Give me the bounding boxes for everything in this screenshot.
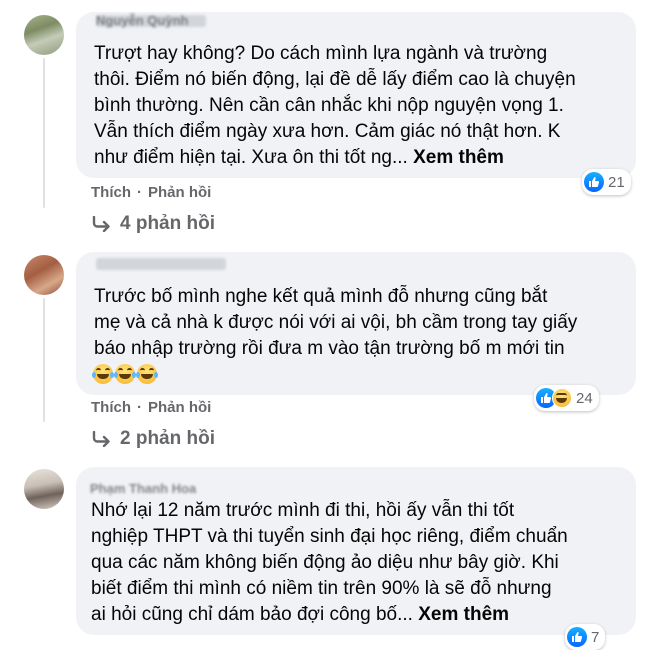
like-icon — [567, 627, 587, 647]
comment-text: Nhớ lại 12 năm trước mình đi thi, hồi ấy… — [91, 498, 568, 628]
comment-text: Trước bố mình nghe kết quả mình đỗ nhưng… — [94, 286, 578, 359]
like-button[interactable]: Thích — [91, 184, 131, 201]
reply-arrow-icon — [92, 431, 110, 447]
comment-actions: Thích · Phản hồi — [91, 399, 217, 416]
reply-arrow-icon — [92, 216, 110, 232]
view-replies-button[interactable]: 2 phản hồi — [92, 428, 215, 450]
reply-button[interactable]: Phản hồi — [148, 184, 211, 201]
reaction-summary[interactable]: 7 — [565, 624, 606, 650]
reaction-count: 7 — [591, 628, 600, 646]
reaction-count: 24 — [576, 389, 593, 407]
reaction-count: 21 — [608, 173, 625, 191]
comment-author-name[interactable]: Nguyễn Quỳnh — [96, 13, 188, 28]
comment-text: Trượt hay không? Do cách mình lựa ngành … — [94, 41, 576, 171]
emoji-row — [92, 364, 158, 384]
reply-button[interactable]: Phản hồi — [148, 399, 211, 416]
laughing-emoji-icon — [114, 364, 136, 384]
haha-icon — [552, 388, 572, 408]
thread-line — [43, 58, 45, 208]
action-separator: · — [137, 399, 142, 416]
action-separator: · — [137, 184, 142, 201]
laughing-emoji-icon — [136, 364, 158, 384]
laughing-emoji-icon — [92, 364, 114, 384]
replies-count-label: 2 phản hồi — [120, 428, 215, 449]
like-icon — [584, 172, 604, 192]
avatar[interactable] — [24, 255, 64, 295]
thread-line — [43, 298, 45, 422]
reaction-summary[interactable]: 24 — [534, 385, 599, 411]
avatar[interactable] — [24, 469, 64, 509]
replies-count-label: 4 phản hồi — [120, 213, 215, 234]
like-button[interactable]: Thích — [91, 399, 131, 416]
see-more-link[interactable]: Xem thêm — [418, 604, 509, 625]
comment-actions: Thích · Phản hồi — [91, 184, 217, 201]
avatar[interactable] — [24, 15, 64, 55]
view-replies-button[interactable]: 4 phản hồi — [92, 213, 215, 235]
blurred-author-name[interactable] — [96, 258, 226, 270]
see-more-link[interactable]: Xem thêm — [413, 147, 504, 168]
comment-author-name[interactable]: Phạm Thanh Hoa — [90, 481, 196, 496]
reaction-summary[interactable]: 21 — [582, 169, 631, 195]
